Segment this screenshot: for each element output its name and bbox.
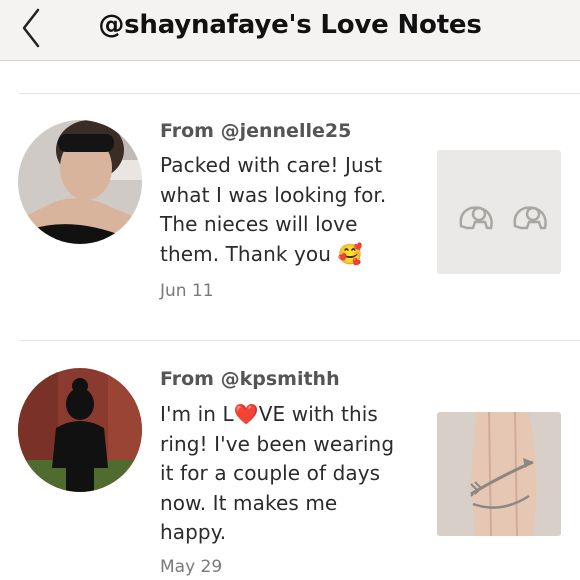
review-text: I'm in L❤️VE with this ring! I've been w… [160, 400, 428, 548]
divider [19, 93, 580, 94]
product-thumbnail[interactable] [437, 412, 561, 536]
arrow-ring-photo [437, 412, 561, 536]
review-line: ring! I've been wearing [160, 431, 395, 456]
page-title: @shaynafaye's Love Notes [98, 10, 482, 40]
review-line: Packed with care! Just [160, 153, 383, 177]
review-author: From @kpsmithh [160, 368, 340, 390]
review-author: From @jennelle25 [160, 120, 352, 142]
review-date: Jun 11 [160, 281, 214, 301]
header-bar: @shaynafaye's Love Notes [0, 0, 580, 61]
product-thumbnail[interactable] [437, 150, 561, 274]
review-text: Packed with care! Just what I was lookin… [160, 151, 428, 269]
review-line: them. Thank you 🥰 [160, 241, 363, 266]
avatar[interactable] [18, 368, 142, 492]
review-line: The nieces will love [160, 212, 358, 236]
avatar[interactable] [18, 120, 142, 244]
review-line: happy. [160, 520, 227, 544]
review-line: now. It makes me [160, 490, 338, 515]
review-line: it for a couple of days [160, 461, 381, 485]
elephant-earrings-photo [437, 150, 561, 274]
review-date: May 29 [160, 557, 223, 577]
review-line: I'm in L❤️VE with this [160, 402, 378, 426]
review-line: what I was looking for. [160, 182, 387, 207]
divider [19, 340, 580, 341]
